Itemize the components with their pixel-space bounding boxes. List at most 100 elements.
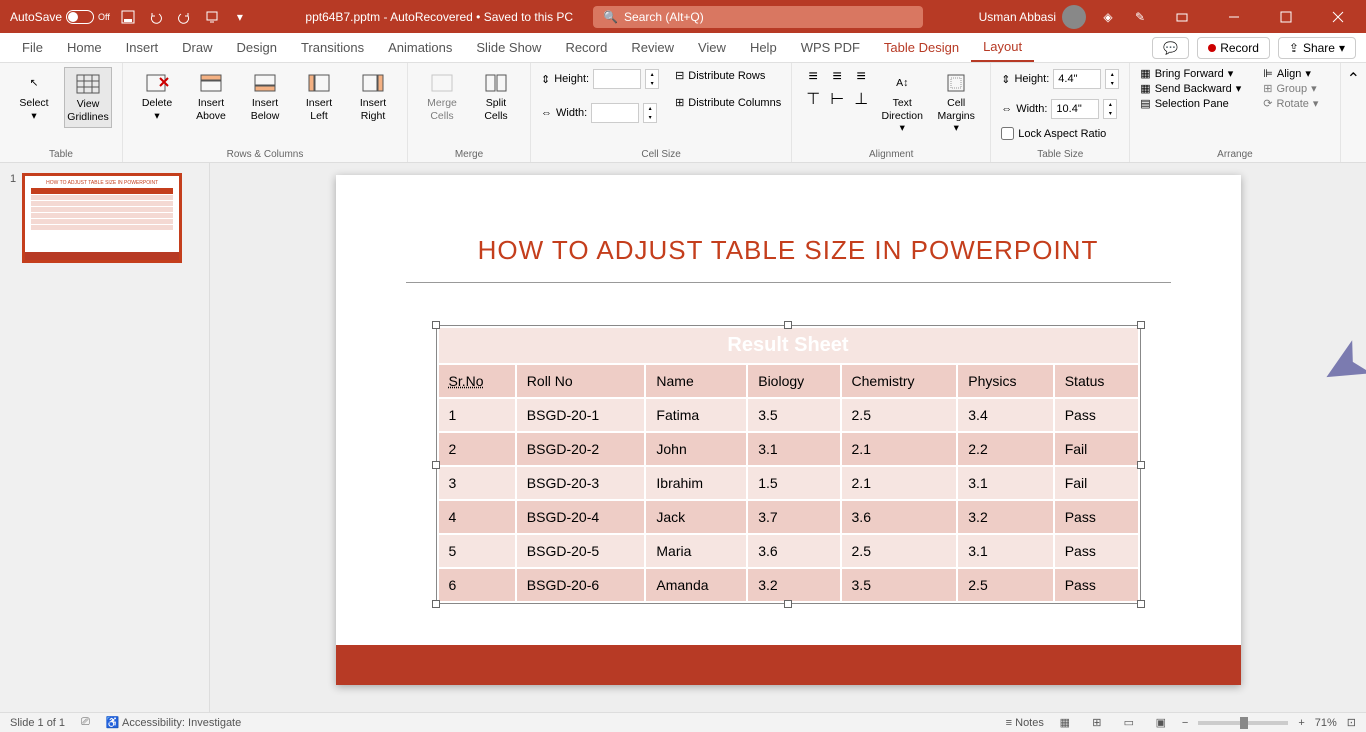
diamond-icon[interactable]: ◈ [1098, 7, 1118, 27]
tab-wpspdf[interactable]: WPS PDF [789, 33, 872, 62]
table-header-row[interactable]: Sr.No Roll No Name Biology Chemistry Phy… [438, 364, 1139, 398]
table-row[interactable]: 2BSGD-20-2John3.12.12.2Fail [438, 432, 1139, 466]
table-cell[interactable]: 3.1 [957, 466, 1053, 500]
maximize-button[interactable] [1266, 0, 1306, 33]
lang-icon[interactable]: ⎚ [81, 716, 90, 729]
table-cell[interactable]: 3.6 [841, 500, 958, 534]
height-spinner[interactable]: ▴▾ [645, 69, 659, 89]
table-cell[interactable]: 2.2 [957, 432, 1053, 466]
tab-draw[interactable]: Draw [170, 33, 224, 62]
insert-above-button[interactable]: Insert Above [187, 67, 235, 126]
toggle-switch[interactable] [66, 10, 94, 24]
sorter-view-button[interactable]: ⊞ [1086, 715, 1108, 731]
table-cell[interactable]: 3.4 [957, 398, 1053, 432]
zoom-level[interactable]: 71% [1315, 717, 1337, 729]
table-cell[interactable]: BSGD-20-3 [516, 466, 646, 500]
tab-animations[interactable]: Animations [376, 33, 464, 62]
autosave-toggle[interactable]: AutoSave Off [10, 10, 110, 24]
col-header[interactable]: Name [645, 364, 747, 398]
cell-height-input[interactable] [593, 69, 641, 89]
select-button[interactable]: ↖Select▾ [10, 67, 58, 126]
table-cell[interactable]: 2 [438, 432, 516, 466]
zoom-out-button[interactable]: − [1182, 717, 1188, 729]
insert-right-button[interactable]: Insert Right [349, 67, 397, 126]
col-header[interactable]: Physics [957, 364, 1053, 398]
table-cell[interactable]: 3.5 [841, 568, 958, 602]
table-height-input[interactable] [1053, 69, 1101, 89]
tab-help[interactable]: Help [738, 33, 789, 62]
table-cell[interactable]: BSGD-20-1 [516, 398, 646, 432]
col-header[interactable]: Biology [747, 364, 840, 398]
resize-handle-br[interactable] [1137, 600, 1145, 608]
table-height-spinner[interactable]: ▴▾ [1105, 69, 1119, 89]
coming-soon-icon[interactable]: ✎ [1130, 7, 1150, 27]
send-backward-button[interactable]: ▦Send Backward▾ [1140, 82, 1241, 95]
tab-design[interactable]: Design [225, 33, 289, 62]
undo-icon[interactable] [146, 7, 166, 27]
accessibility-status[interactable]: ♿ Accessibility: Investigate [106, 716, 241, 729]
table-cell[interactable]: 5 [438, 534, 516, 568]
col-header[interactable]: Sr.No [438, 364, 516, 398]
table-cell[interactable]: 6 [438, 568, 516, 602]
table-cell[interactable]: 2.1 [841, 466, 958, 500]
table-row[interactable]: 5BSGD-20-5Maria3.62.53.1Pass [438, 534, 1139, 568]
thumbnail-panel[interactable]: 1 HOW TO ADJUST TABLE SIZE IN POWERPOINT [0, 163, 210, 712]
qat-more-icon[interactable]: ▾ [230, 7, 250, 27]
table-width-input[interactable] [1051, 99, 1099, 119]
present-icon[interactable] [202, 7, 222, 27]
table-row[interactable]: 3BSGD-20-3Ibrahim1.52.13.1Fail [438, 466, 1139, 500]
table-cell[interactable]: 2.5 [957, 568, 1053, 602]
table-cell[interactable]: 3.2 [957, 500, 1053, 534]
table-cell[interactable]: BSGD-20-2 [516, 432, 646, 466]
tab-slideshow[interactable]: Slide Show [464, 33, 553, 62]
table-cell[interactable]: BSGD-20-6 [516, 568, 646, 602]
table-cell[interactable]: Pass [1054, 534, 1139, 568]
distribute-rows-button[interactable]: ⊟Distribute Rows [675, 67, 781, 84]
lock-aspect-checkbox[interactable]: Lock Aspect Ratio [1001, 127, 1119, 140]
split-cells-button[interactable]: Split Cells [472, 67, 520, 126]
table-selection[interactable]: Result Sheet Sr.No Roll No Name Biology … [436, 325, 1141, 604]
tab-transitions[interactable]: Transitions [289, 33, 376, 62]
tab-table-design[interactable]: Table Design [872, 33, 971, 62]
tab-insert[interactable]: Insert [114, 33, 171, 62]
table-cell[interactable]: 2.1 [841, 432, 958, 466]
slide-thumbnail-1[interactable]: HOW TO ADJUST TABLE SIZE IN POWERPOINT [22, 173, 182, 263]
table-cell[interactable]: 2.5 [841, 534, 958, 568]
align-right-button[interactable]: ≡ [850, 67, 872, 87]
resize-handle-bm[interactable] [784, 600, 792, 608]
tab-file[interactable]: File [10, 33, 55, 62]
slide[interactable]: HOW TO ADJUST TABLE SIZE IN POWERPOINT R… [336, 175, 1241, 685]
table-title[interactable]: Result Sheet [438, 327, 1139, 364]
tab-home[interactable]: Home [55, 33, 114, 62]
col-header[interactable]: Roll No [516, 364, 646, 398]
resize-handle-tm[interactable] [784, 321, 792, 329]
save-icon[interactable] [118, 7, 138, 27]
cell-margins-button[interactable]: Cell Margins▾ [932, 67, 980, 139]
table-cell[interactable]: 3.5 [747, 398, 840, 432]
table-cell[interactable]: 3.7 [747, 500, 840, 534]
notes-button[interactable]: ≡ Notes [1006, 717, 1044, 729]
table-cell[interactable]: Pass [1054, 568, 1139, 602]
table-cell[interactable]: Fatima [645, 398, 747, 432]
table-cell[interactable]: 3.6 [747, 534, 840, 568]
ribbon-mode-icon[interactable] [1162, 0, 1202, 33]
bring-forward-button[interactable]: ▦Bring Forward▾ [1140, 67, 1241, 80]
table-cell[interactable]: 3 [438, 466, 516, 500]
redo-icon[interactable] [174, 7, 194, 27]
collapse-ribbon-button[interactable]: ⌃ [1341, 63, 1366, 162]
table-cell[interactable]: Pass [1054, 398, 1139, 432]
table-cell[interactable]: Fail [1054, 432, 1139, 466]
resize-handle-bl[interactable] [432, 600, 440, 608]
reading-view-button[interactable]: ▭ [1118, 715, 1140, 731]
fit-button[interactable]: ⊡ [1347, 716, 1356, 729]
col-header[interactable]: Status [1054, 364, 1139, 398]
resize-handle-tr[interactable] [1137, 321, 1145, 329]
zoom-in-button[interactable]: + [1298, 717, 1304, 729]
table-cell[interactable]: John [645, 432, 747, 466]
insert-below-button[interactable]: Insert Below [241, 67, 289, 126]
table-row[interactable]: 1BSGD-20-1Fatima3.52.53.4Pass [438, 398, 1139, 432]
table-cell[interactable]: 3.1 [957, 534, 1053, 568]
table-cell[interactable]: 4 [438, 500, 516, 534]
width-spinner[interactable]: ▴▾ [643, 103, 657, 123]
delete-button[interactable]: Delete▾ [133, 67, 181, 126]
